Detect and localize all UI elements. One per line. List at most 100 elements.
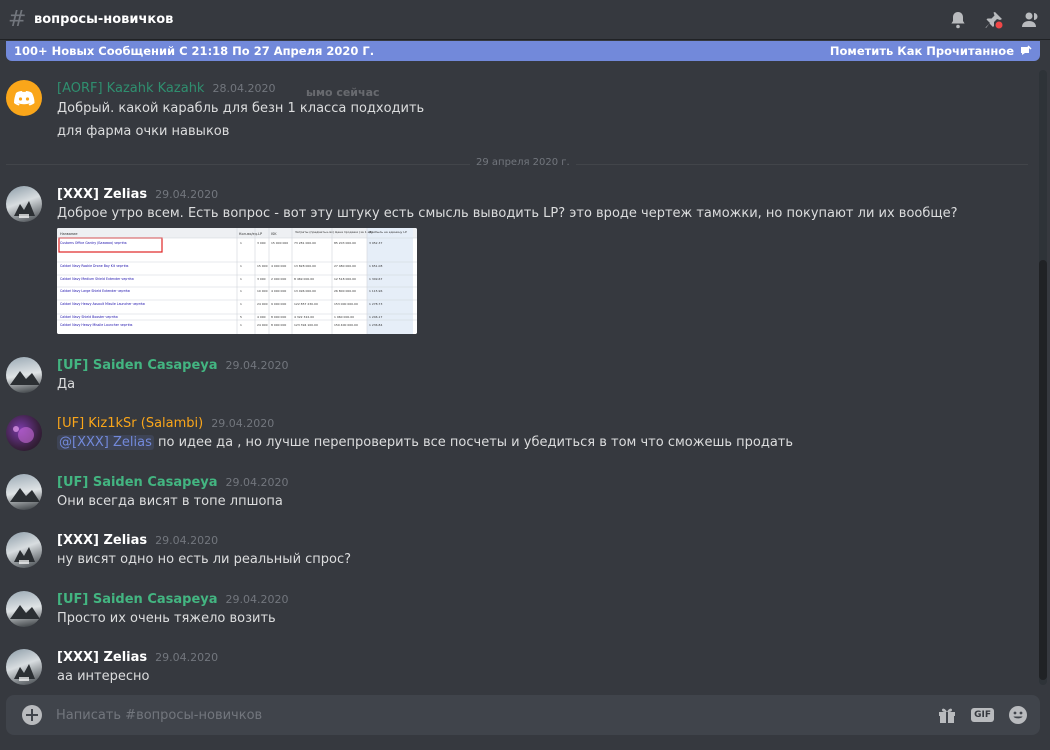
gift-icon[interactable] [937, 705, 957, 725]
message-timestamp: 29.04.2020 [225, 476, 289, 489]
message-timestamp: 29.04.2020 [155, 651, 219, 664]
sheet-header-cell: LP [258, 232, 262, 236]
avatar[interactable] [6, 80, 42, 116]
sheet-cell: 1 [240, 302, 242, 306]
bell-icon[interactable] [948, 10, 968, 30]
avatar-image [10, 371, 40, 385]
sheet-cell: 4 000 000 [271, 289, 286, 293]
sheet-header-cell: Название [60, 232, 78, 236]
mark-as-read-button[interactable]: Пометить Как Прочитанное [830, 44, 1032, 58]
message-text: @[XXX] Zelias по идее да , но лучше пере… [57, 435, 793, 450]
sheet-cell: 24 000 [257, 323, 268, 327]
sheet-cell: 4 000 000 [271, 264, 286, 268]
new-messages-bar[interactable]: 100+ Новых Сообщений С 21:18 По 27 Апрел… [6, 41, 1040, 99]
image-attachment[interactable]: Название Кол-во/ед. LP ISK Затраты (пред… [57, 228, 417, 334]
spreadsheet-image: Название Кол-во/ед. LP ISK Затраты (пред… [57, 228, 417, 334]
sheet-cell: 9 000 000 [271, 302, 286, 306]
members-icon[interactable] [1020, 10, 1040, 30]
message-input[interactable] [56, 707, 938, 723]
ghost-text: ымо сейчас [306, 86, 380, 99]
avatar[interactable] [6, 474, 42, 510]
scrollbar-thumb[interactable] [1039, 260, 1047, 680]
sheet-cell: Caldari Navy Rookie Drone Bay Kit чертёж [60, 264, 129, 268]
message-timestamp: 29.04.2020 [155, 534, 219, 547]
sheet-cell: 1 349.67 [369, 277, 382, 281]
gif-button[interactable]: GIF [971, 708, 994, 722]
sheet-cell: 1 [240, 289, 242, 293]
message-author[interactable]: [UF] Kiz1kSr (Salambi) [57, 416, 203, 431]
message-text: Доброе утро всем. Есть вопрос - вот эту … [57, 206, 958, 221]
message-text-body: по идее да , но лучше перепроверить все … [153, 435, 794, 450]
avatar-image [14, 664, 35, 681]
avatar[interactable] [6, 415, 42, 451]
avatar-image [10, 488, 40, 502]
avatar[interactable] [6, 532, 42, 568]
message-text: для фарма очки навыков [57, 124, 230, 139]
sheet-cell: 26 800 000.00 [334, 289, 356, 293]
avatar-image [14, 201, 35, 218]
sheet-cell: 15 000 [257, 264, 268, 268]
sheet-cell: 2 000 000 [271, 277, 286, 281]
sheet-cell: 15 000 000 [271, 241, 288, 245]
pin-icon[interactable] [984, 10, 1004, 30]
sheet-cell: 10 000 [257, 289, 268, 293]
sheet-cell: 123 394 100.00 [294, 323, 318, 327]
sheet-cell: 3 000 [257, 277, 266, 281]
sheet-cell: 8 000 000 [271, 323, 286, 327]
avatar[interactable] [6, 649, 42, 685]
message-author[interactable]: [XXX] Zelias [57, 533, 147, 548]
sheet-cell: 27 480 000.00 [334, 264, 356, 268]
sheet-cell: 13 828 000.00 [294, 264, 316, 268]
avatar[interactable] [6, 357, 42, 393]
sheet-cell: 153 000 000.00 [334, 302, 358, 306]
message-timestamp: 29.04.2020 [225, 359, 289, 372]
sheet-cell: 1 [240, 323, 242, 327]
sheet-cell: Customs Office Gantry (Базовая) чертёж [60, 241, 127, 245]
user-mention[interactable]: @[XXX] Zelias [57, 435, 154, 450]
sheet-header-cell: ISK [271, 232, 277, 236]
sheet-cell: Caldari Navy Heavy Missile Launcher черт… [60, 323, 133, 327]
avatar-image [13, 426, 34, 443]
sheet-cell: 3 952.37 [369, 241, 382, 245]
avatar-image [10, 605, 40, 619]
discord-logo-icon [14, 91, 35, 106]
message-text: ну висят одно но есть ли реальный спрос? [57, 552, 352, 567]
avatar-image [14, 547, 35, 564]
message-text: Просто их очень тяжело возить [57, 611, 276, 626]
message-author[interactable]: [AORF] Kazahk Kazahk [57, 81, 204, 96]
message-author[interactable]: [UF] Saiden Casapeya [57, 592, 218, 607]
sheet-cell: 5 [240, 315, 242, 319]
sheet-cell: 8 469 000.00 [294, 277, 314, 281]
sheet-cell: Caldari Navy Large Shield Extender чертё… [60, 289, 130, 293]
sheet-cell: 12 518 000.00 [334, 277, 356, 281]
sheet-cell: 4 322 322.00 [294, 315, 314, 319]
sheet-cell: 1 [240, 241, 242, 245]
avatar[interactable] [6, 591, 42, 627]
sheet-cell: 1 651.08 [369, 264, 382, 268]
message-author[interactable]: [XXX] Zelias [57, 650, 147, 665]
sheet-cell: 1 246.17 [369, 315, 382, 319]
message-timestamp: 29.04.2020 [211, 417, 275, 430]
message-timestamp: 29.04.2020 [225, 593, 289, 606]
message-text: аа интересно [57, 669, 150, 684]
sheet-header-cell: Кол-во/ед. [239, 232, 258, 236]
mark-as-read-label: Пометить Как Прочитанное [829, 44, 1014, 58]
message-author[interactable]: [XXX] Zelias [57, 187, 147, 202]
sheet-cell: 73 281 000.00 [294, 241, 316, 245]
sheet-cell: 4 000 [257, 315, 266, 319]
emoji-icon[interactable] [1008, 705, 1028, 725]
sheet-cell: 1 [240, 277, 242, 281]
sheet-cell: 1 [240, 264, 242, 268]
avatar[interactable] [6, 186, 42, 222]
message-text: Они всегда висят в топе лпшопа [57, 494, 283, 509]
message-timestamp: 29.04.2020 [155, 188, 219, 201]
sheet-cell: 1 960 000.00 [334, 315, 354, 319]
sheet-header-cell: Прибыль на единицу LP [369, 230, 407, 234]
date-divider-label: 29 апреля 2020 г. [470, 157, 576, 168]
sheet-cell: Caldari Navy Medium Shield Extender черт… [60, 277, 134, 281]
message-author[interactable]: [UF] Saiden Casapeya [57, 475, 218, 490]
message-author[interactable]: [UF] Saiden Casapeya [57, 358, 218, 373]
message-composer: GIF [6, 695, 1040, 735]
mark-read-icon [1021, 45, 1032, 55]
add-attachment-button[interactable] [22, 705, 42, 725]
